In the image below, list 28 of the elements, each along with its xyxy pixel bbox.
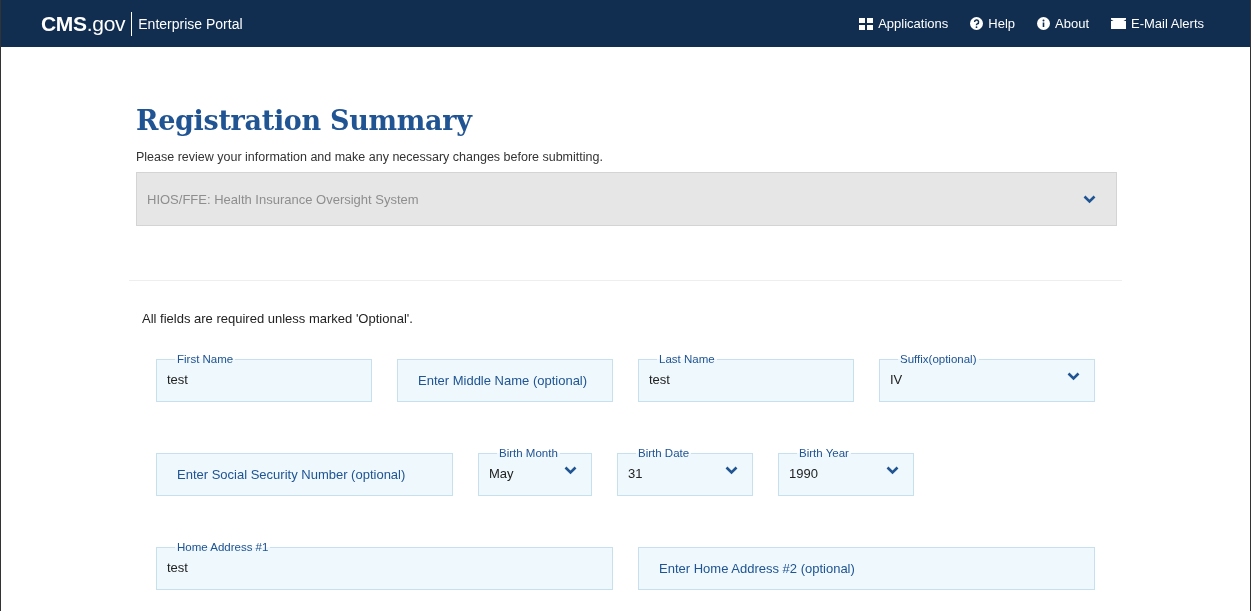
text-field[interactable]: First Name test	[156, 352, 372, 402]
text-field[interactable]: Enter Social Security Number (optional)	[156, 453, 453, 496]
text-field[interactable]: Enter Middle Name (optional)	[397, 359, 613, 402]
nav-link[interactable]: Applications	[859, 16, 949, 31]
dropdown[interactable]: Birth Month May	[478, 446, 592, 496]
chevron-down-icon	[886, 466, 899, 475]
chevron-down-icon	[725, 466, 738, 475]
chevron-down-icon	[564, 466, 577, 475]
help-icon	[970, 17, 984, 30]
page-title: Registration Summary	[136, 105, 474, 136]
nav-link[interactable]: Help	[970, 16, 1016, 31]
envelope-icon	[1111, 18, 1127, 29]
grid-icon	[859, 17, 874, 30]
site-logo[interactable]: CMS.gov	[41, 11, 126, 36]
chevron-down-icon	[1083, 194, 1096, 204]
info-icon	[1037, 17, 1051, 30]
nav-link[interactable]: About	[1037, 16, 1090, 31]
dropdown[interactable]: Birth Date 31	[617, 446, 753, 496]
dropdown[interactable]: Suffix(optional) IV	[879, 352, 1095, 402]
dropdown[interactable]: Birth Year 1990	[778, 446, 914, 496]
nav-link[interactable]: E-Mail Alerts	[1111, 16, 1204, 31]
text-field[interactable]: Enter Home Address #2 (optional)	[638, 547, 1095, 590]
text-field[interactable]: Home Address #1 test	[156, 540, 613, 590]
chevron-down-icon	[1067, 372, 1080, 381]
required-note: All fields are required unless marked 'Optional'.	[142, 311, 414, 326]
text-field[interactable]: Last Name test	[638, 352, 854, 402]
portal-title: Enterprise Portal	[138, 15, 243, 32]
intro-text: Please review your information and make any necessary changes before submitting.	[136, 150, 604, 164]
